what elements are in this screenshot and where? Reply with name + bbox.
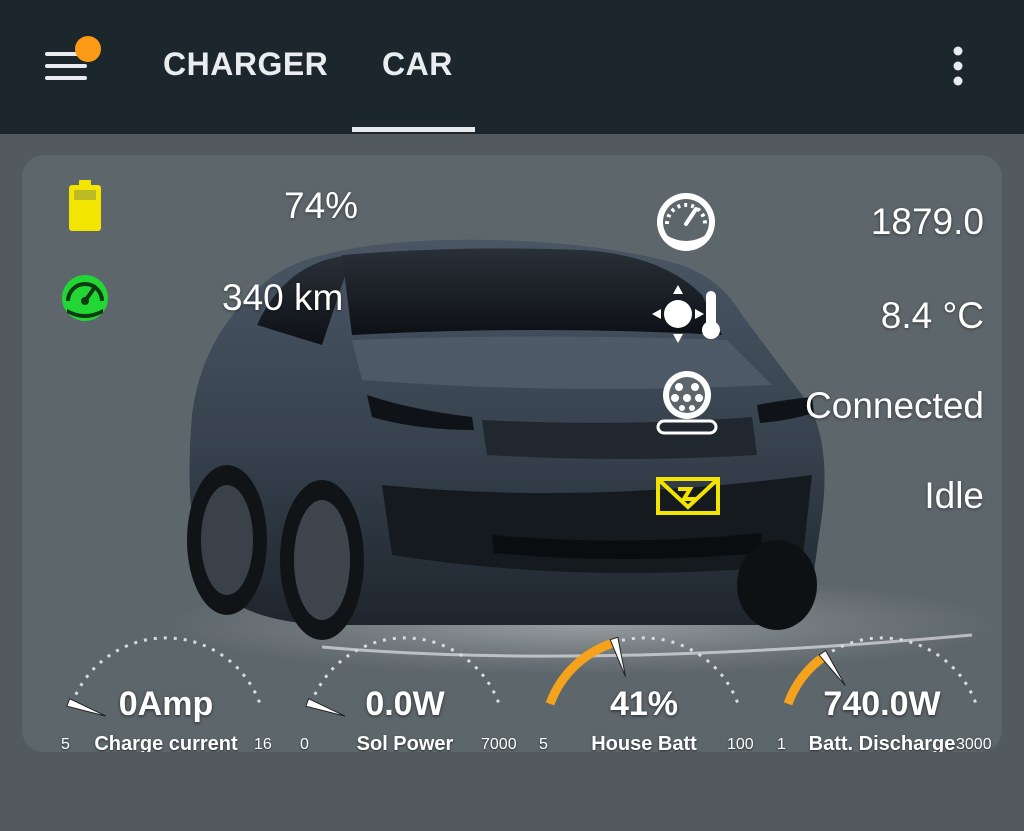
gauge-house-batt: 41% House Batt 5 100 (534, 613, 754, 752)
temperature-value: 8.4 °C (880, 295, 984, 336)
plug-status: Connected (805, 385, 984, 426)
gauge-dial (783, 636, 978, 706)
gauge-value: 41% (609, 685, 679, 723)
gauge-dial (305, 636, 501, 717)
gauge-value: 740.0W (823, 685, 941, 723)
gauge-batt-discharge: 740.0W Batt. Discharge 1 3000 (772, 613, 992, 752)
gauge-max: 7000 (481, 736, 517, 752)
gauge-label: House Batt (591, 733, 697, 752)
notification-dot (75, 36, 101, 62)
gauge-charge-current: 0Amp Charge current 5 16 (56, 613, 276, 752)
range-value: 340 km (222, 277, 344, 318)
gauge-min: 5 (539, 736, 548, 752)
more-options-button[interactable] (940, 42, 976, 90)
tab-car[interactable]: CAR (382, 46, 453, 83)
gauge-value: 0Amp (118, 685, 214, 723)
gauge-min: 5 (61, 736, 70, 752)
menu-button[interactable] (40, 34, 110, 90)
charging-status: Idle (924, 475, 984, 516)
temperature-icon (652, 285, 720, 343)
active-tab-indicator (352, 127, 475, 132)
battery-icon (69, 180, 101, 231)
gauge-min: 0 (300, 736, 309, 752)
charging-status-icon (656, 477, 720, 515)
gauge-value: 0.0W (365, 685, 445, 723)
gauge-needle (818, 649, 846, 686)
battery-percent: 74% (284, 185, 359, 226)
car-status-card: 74% 340 km 1879.0 8.4 °C Connected Idle … (22, 155, 1002, 752)
app-bar: CHARGER CAR (0, 0, 1024, 134)
odometer-icon (657, 193, 715, 251)
gauge-max: 100 (727, 736, 754, 752)
gauge-max: 3000 (956, 736, 992, 752)
gauge-needle (609, 636, 626, 677)
more-vertical-icon (953, 46, 963, 86)
tab-charger[interactable]: CHARGER (163, 46, 328, 83)
gauge-dial (545, 636, 740, 706)
gauge-sol-power: 0.0W Sol Power 0 7000 (295, 613, 517, 752)
gauge-max: 16 (254, 736, 272, 752)
odometer-value: 1879.0 (870, 201, 984, 242)
speedometer-icon (62, 275, 108, 321)
gauge-min: 1 (777, 736, 786, 752)
gauge-dial (66, 636, 262, 717)
menu-icon (45, 36, 101, 80)
ev-plug-icon (656, 371, 718, 435)
gauge-label: Charge current (94, 733, 238, 752)
